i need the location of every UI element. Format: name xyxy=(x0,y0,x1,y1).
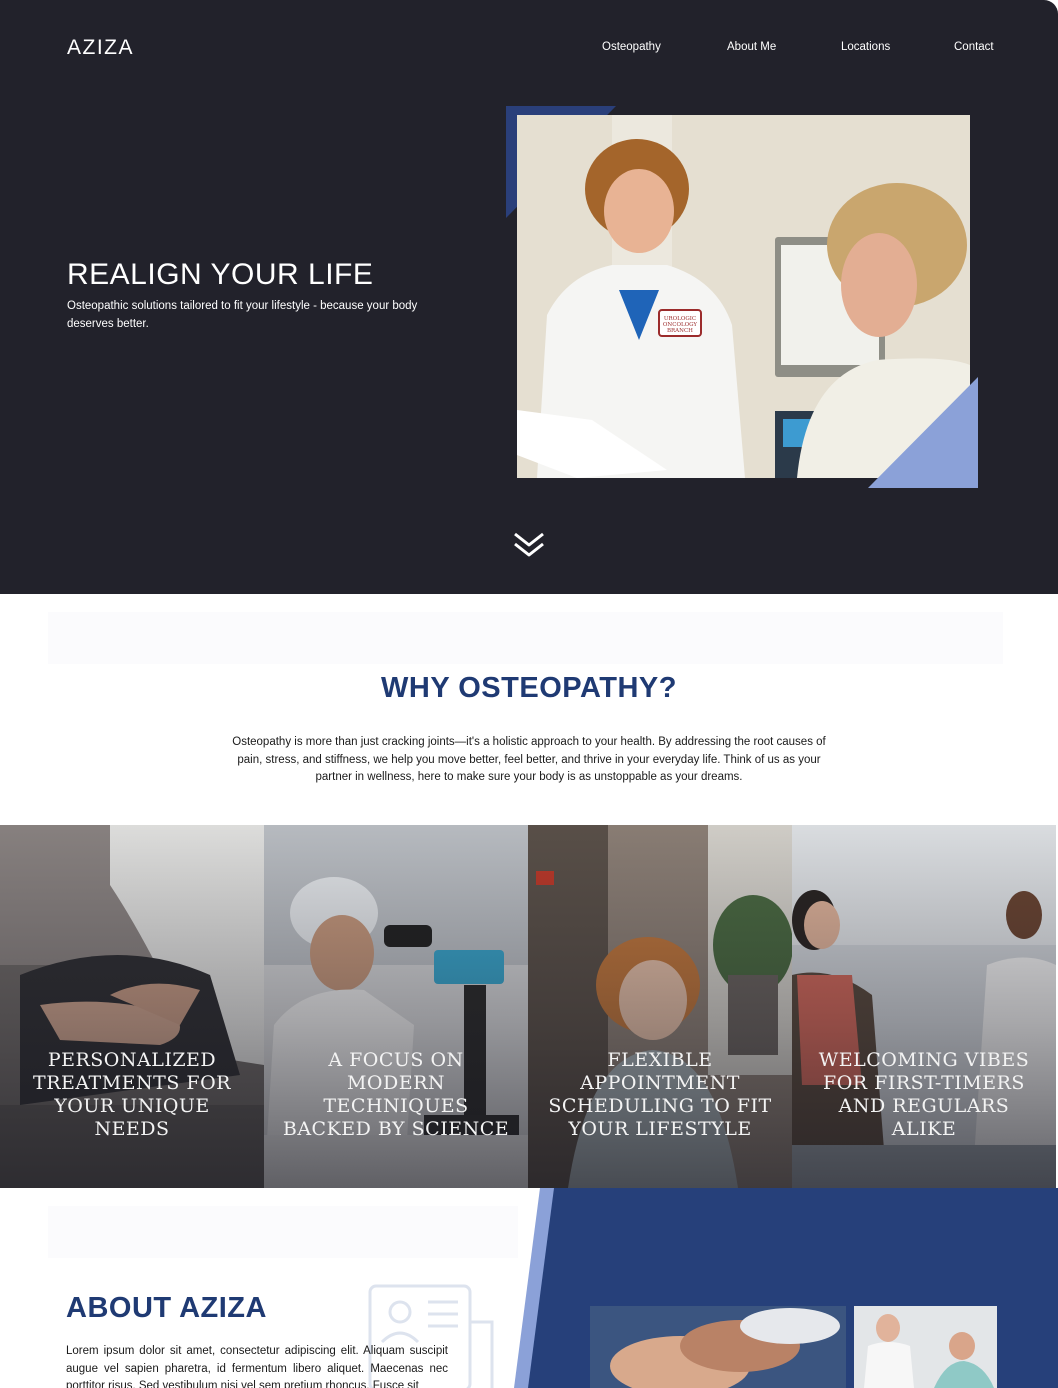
hero-title: REALIGN YOUR LIFE xyxy=(67,258,374,291)
nav-contact[interactable]: Contact xyxy=(954,41,994,53)
why-decorative-band xyxy=(48,612,1003,664)
feature-cards: Personalized treatments for your unique … xyxy=(0,825,1056,1188)
card-modern-techniques[interactable]: A focus on modern techniques backed by s… xyxy=(264,825,528,1188)
double-chevron-down-icon[interactable] xyxy=(511,530,547,560)
about-photo-hospital xyxy=(854,1306,997,1388)
card-personalized-treatments[interactable]: Personalized treatments for your unique … xyxy=(0,825,264,1188)
card-label: A focus on modern techniques backed by s… xyxy=(282,1049,510,1140)
card-label: Personalized treatments for your unique … xyxy=(33,1049,231,1140)
card-flexible-scheduling[interactable]: Flexible appointment scheduling to fit y… xyxy=(528,825,792,1188)
nav-about-me[interactable]: About Me xyxy=(727,41,776,53)
about-title: ABOUT AZIZA xyxy=(66,1292,267,1324)
why-text: Osteopathy is more than just cracking jo… xyxy=(232,736,826,783)
nav-osteopathy[interactable]: Osteopathy xyxy=(602,41,661,53)
about-decorative-band xyxy=(48,1206,518,1258)
hero-subtitle: Osteopathic solutions tailored to fit yo… xyxy=(67,300,418,330)
main-nav: Osteopathy About Me Locations Contact xyxy=(0,41,1058,57)
card-label: Welcoming vibes for first-timers and reg… xyxy=(818,1049,1030,1140)
badge-line-3: BRANCH xyxy=(667,328,693,334)
why-title: WHY OSTEOPATHY? xyxy=(381,672,677,704)
card-welcoming-vibes[interactable]: Welcoming vibes for first-timers and reg… xyxy=(792,825,1056,1188)
nav-locations[interactable]: Locations xyxy=(841,41,890,53)
about-text: Lorem ipsum dolor sit amet, consectetur … xyxy=(66,1345,448,1388)
card-label: Flexible appointment scheduling to fit y… xyxy=(548,1049,772,1140)
about-photo-hands xyxy=(590,1306,846,1388)
hero-photo-doctor-patient: UROLOGIC ONCOLOGY BRANCH xyxy=(517,115,970,478)
hero-section: AZIZA Osteopathy About Me Locations Cont… xyxy=(0,0,1058,594)
